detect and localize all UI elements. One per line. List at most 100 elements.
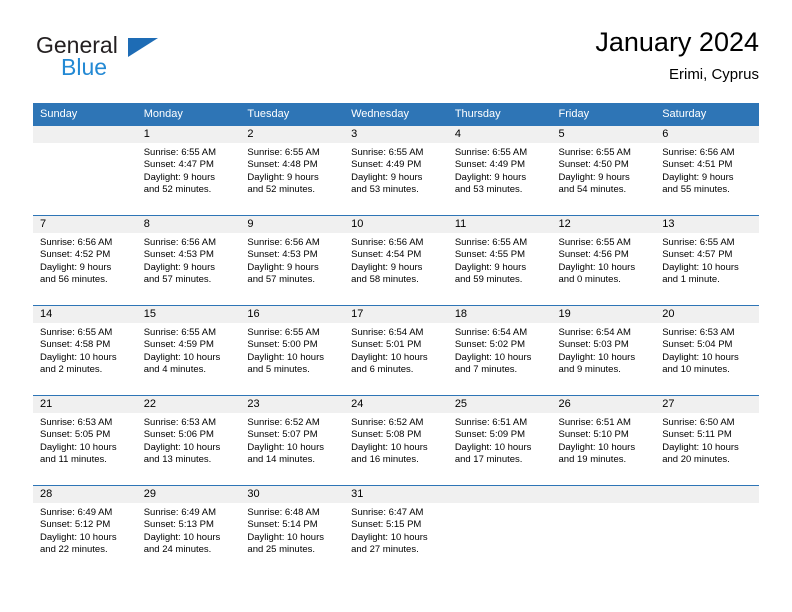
calendar-day-cell[interactable]: 15 Sunrise: 6:55 AM Sunset: 4:59 PM Dayligh… (136, 305, 241, 396)
calendar-day-cell[interactable]: 14 Sunrise: 6:55 AM Sunset: 4:58 PM Dayligh… (33, 305, 137, 396)
day-detail-sunset: Sunset: 5:13 PM (143, 519, 214, 531)
calendar-day-cell[interactable]: 10 Sunrise: 6:56 AM Sunset: 4:54 PM Dayligh… (344, 215, 448, 306)
day-detail-daylight-line1: Daylight: 9 hours (143, 171, 215, 183)
day-detail-daylight-line1: Daylight: 10 hours (454, 351, 532, 363)
day-detail-daylight-line2: and 10 minutes. (662, 364, 730, 376)
day-detail-sunset: Sunset: 5:15 PM (351, 519, 422, 531)
calendar-day-cell[interactable]: 2 Sunrise: 6:55 AM Sunset: 4:48 PM Daylight… (240, 125, 345, 216)
day-detail-daylight-line1: Daylight: 10 hours (247, 351, 324, 363)
day-number: 30 (240, 486, 345, 503)
calendar-day-cell-empty (655, 485, 759, 576)
day-detail-sunrise: Sunrise: 6:53 AM (40, 417, 113, 428)
day-detail-sunset: Sunset: 5:06 PM (143, 429, 214, 441)
day-number: 2 (240, 126, 345, 143)
calendar-day-cell[interactable]: 13 Sunrise: 6:55 AM Sunset: 4:57 PM Dayligh… (655, 215, 759, 306)
day-detail-sunrise: Sunrise: 6:55 AM (247, 147, 320, 158)
day-detail-daylight-line1: Daylight: 9 hours (247, 261, 319, 273)
calendar-day-cell[interactable]: 1 Sunrise: 6:55 AM Sunset: 4:47 PM Daylight… (136, 125, 241, 216)
day-number: 13 (655, 216, 759, 233)
day-detail-sunrise: Sunrise: 6:55 AM (40, 327, 113, 338)
day-detail-daylight-line1: Daylight: 10 hours (558, 441, 636, 453)
day-detail-sunrise: Sunrise: 6:48 AM (247, 507, 320, 518)
day-details: Sunrise: 6:55 AM Sunset: 4:58 PM Daylight:… (33, 323, 137, 377)
day-detail-sunset: Sunset: 4:47 PM (143, 159, 214, 171)
calendar-day-cell[interactable]: 16 Sunrise: 6:55 AM Sunset: 5:00 PM Dayligh… (240, 305, 345, 396)
day-detail-daylight-line2: and 56 minutes. (40, 274, 108, 286)
calendar-day-cell[interactable]: 8 Sunrise: 6:56 AM Sunset: 4:53 PM Daylight… (136, 215, 241, 306)
day-detail-sunrise: Sunrise: 6:49 AM (143, 507, 217, 518)
day-number: 26 (551, 396, 656, 413)
calendar-day-cell[interactable]: 3 Sunrise: 6:55 AM Sunset: 4:49 PM Daylight… (344, 125, 448, 216)
calendar-day-cell[interactable]: 22 Sunrise: 6:53 AM Sunset: 5:06 PM Dayligh… (136, 395, 241, 486)
day-cell-inner: 11 Sunrise: 6:55 AM Sunset: 4:55 PM Dayligh… (447, 216, 552, 305)
day-cell-inner (551, 486, 656, 576)
day-details: Sunrise: 6:55 AM Sunset: 4:50 PM Daylight:… (552, 143, 656, 197)
day-number: 28 (33, 486, 137, 503)
day-detail-sunrise: Sunrise: 6:55 AM (454, 237, 528, 248)
calendar-day-cell[interactable]: 28 Sunrise: 6:49 AM Sunset: 5:12 PM Dayligh… (33, 485, 137, 576)
calendar-day-cell[interactable]: 19 Sunrise: 6:54 AM Sunset: 5:03 PM Dayligh… (551, 305, 656, 396)
calendar-day-cell[interactable]: 12 Sunrise: 6:55 AM Sunset: 4:56 PM Dayligh… (551, 215, 656, 306)
calendar-week-row: 28 Sunrise: 6:49 AM Sunset: 5:12 PM Dayligh… (33, 485, 759, 576)
day-details: Sunrise: 6:55 AM Sunset: 4:59 PM Daylight:… (137, 323, 241, 377)
calendar-day-cell[interactable]: 31 Sunrise: 6:47 AM Sunset: 5:15 PM Dayligh… (344, 485, 448, 576)
day-details: Sunrise: 6:56 AM Sunset: 4:53 PM Daylight:… (137, 233, 241, 287)
day-number: 7 (33, 216, 137, 233)
calendar-day-cell[interactable]: 27 Sunrise: 6:50 AM Sunset: 5:11 PM Dayligh… (655, 395, 759, 486)
weekday-header-row: Sunday Monday Tuesday Wednesday Thursday… (33, 103, 759, 126)
day-details: Sunrise: 6:55 AM Sunset: 4:47 PM Daylight:… (137, 143, 241, 197)
day-details: Sunrise: 6:54 AM Sunset: 5:01 PM Daylight:… (344, 323, 448, 377)
day-number: 23 (240, 396, 345, 413)
day-detail-sunset: Sunset: 4:49 PM (454, 159, 526, 171)
day-number: 16 (240, 306, 345, 323)
calendar-day-cell[interactable]: 18 Sunrise: 6:54 AM Sunset: 5:02 PM Dayligh… (447, 305, 552, 396)
calendar-day-cell[interactable]: 5 Sunrise: 6:55 AM Sunset: 4:50 PM Daylight… (551, 125, 656, 216)
day-details: Sunrise: 6:52 AM Sunset: 5:08 PM Daylight:… (344, 413, 448, 467)
day-details: Sunrise: 6:53 AM Sunset: 5:06 PM Daylight:… (137, 413, 241, 467)
weekday-header-monday: Monday (136, 103, 241, 126)
calendar-day-cell[interactable]: 26 Sunrise: 6:51 AM Sunset: 5:10 PM Dayligh… (551, 395, 656, 486)
day-detail-daylight-line1: Daylight: 10 hours (143, 531, 221, 543)
triangle-icon (128, 38, 158, 57)
calendar-day-cell[interactable]: 4 Sunrise: 6:55 AM Sunset: 4:49 PM Daylight… (447, 125, 552, 216)
calendar-day-cell[interactable]: 30 Sunrise: 6:48 AM Sunset: 5:14 PM Dayligh… (240, 485, 345, 576)
calendar-week-row: 7 Sunrise: 6:56 AM Sunset: 4:52 PM Daylight… (33, 215, 759, 306)
calendar-day-cell-empty (33, 125, 137, 216)
day-details: Sunrise: 6:53 AM Sunset: 5:05 PM Daylight:… (33, 413, 137, 467)
day-cell-inner: 3 Sunrise: 6:55 AM Sunset: 4:49 PM Daylight… (344, 126, 448, 215)
calendar-day-cell[interactable]: 6 Sunrise: 6:56 AM Sunset: 4:51 PM Daylight… (655, 125, 759, 216)
day-detail-sunset: Sunset: 5:04 PM (662, 339, 733, 351)
day-detail-daylight-line2: and 14 minutes. (247, 454, 316, 466)
calendar-day-cell[interactable]: 21 Sunrise: 6:53 AM Sunset: 5:05 PM Dayligh… (33, 395, 137, 486)
day-details: Sunrise: 6:51 AM Sunset: 5:09 PM Daylight:… (448, 413, 552, 467)
calendar-day-cell[interactable]: 7 Sunrise: 6:56 AM Sunset: 4:52 PM Daylight… (33, 215, 137, 306)
calendar-day-cell[interactable]: 29 Sunrise: 6:49 AM Sunset: 5:13 PM Dayligh… (136, 485, 241, 576)
day-detail-daylight-line2: and 17 minutes. (454, 454, 523, 466)
day-details: Sunrise: 6:56 AM Sunset: 4:54 PM Daylight:… (344, 233, 448, 287)
day-cell-inner: 18 Sunrise: 6:54 AM Sunset: 5:02 PM Dayligh… (447, 306, 552, 395)
brand-logo[interactable]: General Blue (33, 32, 273, 92)
weekday-header-wednesday: Wednesday (344, 103, 448, 126)
calendar-day-cell[interactable]: 23 Sunrise: 6:52 AM Sunset: 5:07 PM Dayligh… (240, 395, 345, 486)
weekday-header-sunday: Sunday (33, 103, 137, 126)
day-detail-sunset: Sunset: 4:53 PM (247, 249, 318, 261)
calendar-day-cell[interactable]: 24 Sunrise: 6:52 AM Sunset: 5:08 PM Dayligh… (344, 395, 448, 486)
calendar-body: 1 Sunrise: 6:55 AM Sunset: 4:47 PM Daylight… (33, 125, 759, 576)
day-detail-daylight-line2: and 11 minutes. (40, 454, 107, 466)
day-cell-inner: 5 Sunrise: 6:55 AM Sunset: 4:50 PM Daylight… (551, 126, 656, 215)
calendar-day-cell[interactable]: 11 Sunrise: 6:55 AM Sunset: 4:55 PM Dayligh… (447, 215, 552, 306)
day-details: Sunrise: 6:54 AM Sunset: 5:02 PM Daylight:… (448, 323, 552, 377)
calendar-day-cell[interactable]: 25 Sunrise: 6:51 AM Sunset: 5:09 PM Dayligh… (447, 395, 552, 486)
day-detail-sunrise: Sunrise: 6:52 AM (247, 417, 320, 428)
calendar-day-cell[interactable]: 20 Sunrise: 6:53 AM Sunset: 5:04 PM Dayligh… (655, 305, 759, 396)
calendar-day-cell[interactable]: 17 Sunrise: 6:54 AM Sunset: 5:01 PM Dayligh… (344, 305, 448, 396)
day-detail-sunset: Sunset: 4:48 PM (247, 159, 318, 171)
calendar-day-cell[interactable]: 9 Sunrise: 6:56 AM Sunset: 4:53 PM Daylight… (240, 215, 345, 306)
day-detail-daylight-line2: and 19 minutes. (558, 454, 627, 466)
day-number: 21 (33, 396, 137, 413)
day-number: 10 (344, 216, 448, 233)
day-cell-inner: 22 Sunrise: 6:53 AM Sunset: 5:06 PM Dayligh… (136, 396, 241, 485)
day-number: 12 (551, 216, 656, 233)
day-details: Sunrise: 6:56 AM Sunset: 4:51 PM Daylight:… (655, 143, 759, 197)
day-number: 22 (136, 396, 241, 413)
